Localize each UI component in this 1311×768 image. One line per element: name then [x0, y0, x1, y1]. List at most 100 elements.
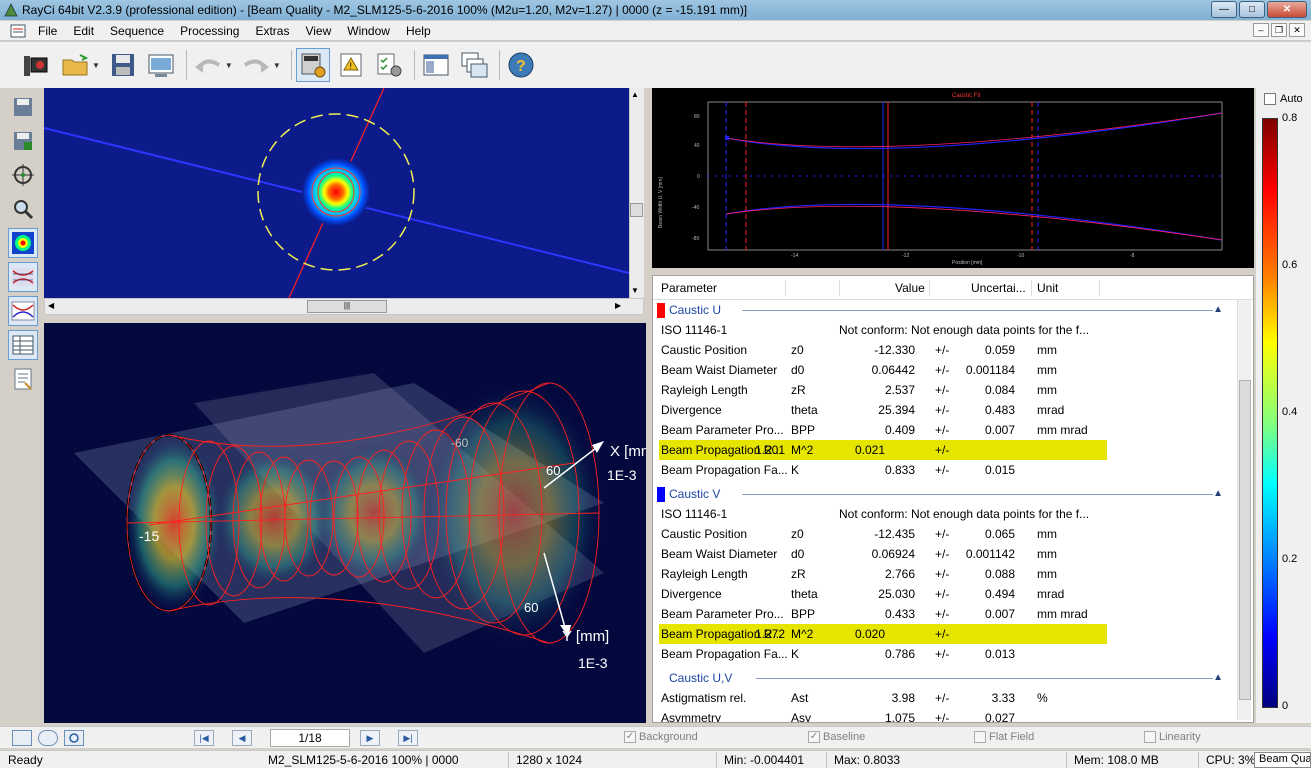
caustic-fit-view-tool[interactable] — [8, 296, 38, 326]
camera-button[interactable] — [20, 48, 54, 82]
save-image-tool[interactable] — [8, 92, 38, 122]
next-frame-button[interactable]: ▶ — [360, 730, 380, 746]
maximize-button[interactable]: □ — [1239, 1, 1265, 18]
menu-sequence[interactable]: Sequence — [102, 24, 172, 38]
baseline-check-box[interactable]: ✓ — [808, 731, 820, 743]
zoom-tool[interactable] — [8, 194, 38, 224]
redo-button[interactable] — [239, 48, 273, 82]
header-uncertainty[interactable]: Uncertai... — [971, 281, 1026, 295]
table-row[interactable]: Caustic Position z0 -12.435 +/- 0.065 mm — [653, 524, 1243, 544]
table-row[interactable]: ISO 11146-1 Not conform: Not enough data … — [653, 504, 1243, 524]
menu-file[interactable]: File — [30, 24, 65, 38]
processing-tools-button[interactable] — [295, 48, 330, 82]
caustic-fit-chart[interactable]: Caustic Fit Beam Width U, V [mm] Positio… — [652, 88, 1254, 268]
minimize-button[interactable]: — — [1211, 1, 1237, 18]
beam-profile-view-tool[interactable] — [8, 228, 38, 258]
horizontal-scroll-thumb[interactable]: ||| — [307, 300, 387, 313]
undo-button[interactable] — [191, 48, 225, 82]
table-row[interactable]: Beam Waist Diameter d0 0.06924 +/- 0.001142 m… — [653, 544, 1243, 564]
caustic-3d-view-tool[interactable] — [8, 262, 38, 292]
beam-view-horizontal-scrollbar[interactable]: ◀ ||| ▶ — [44, 298, 644, 315]
menu-edit[interactable]: Edit — [65, 24, 102, 38]
image-export-button[interactable] — [144, 48, 178, 82]
beam-view-vertical-scrollbar[interactable]: ▲ ▼ — [629, 88, 644, 298]
caustic-3d-view[interactable]: X [mm] 1E-3 Y [mm] 1E-3 60 60 -60 -15 — [44, 323, 646, 723]
warning-report-button[interactable]: ! — [334, 48, 368, 82]
table-row[interactable]: Beam Propagation R... M^2 1.201 +/- 0.021 — [659, 440, 1107, 460]
scroll-left-arrow-icon[interactable]: ◀ — [48, 301, 54, 310]
table-row[interactable]: Beam Propagation Fa... K 0.833 +/- 0.015 — [653, 460, 1243, 480]
scroll-up-arrow-icon[interactable]: ▲ — [631, 90, 639, 99]
ellipse-roi-button[interactable] — [38, 730, 58, 746]
help-button[interactable]: ? — [504, 48, 538, 82]
open-dropdown-icon[interactable]: ▼ — [92, 61, 100, 70]
table-row[interactable]: Beam Parameter Pro... BPP 0.433 +/- 0.007 mm … — [653, 604, 1243, 624]
header-value[interactable]: Value — [895, 281, 925, 295]
header-unit[interactable]: Unit — [1037, 281, 1058, 295]
linearity-check-box[interactable] — [1144, 731, 1156, 743]
first-frame-button[interactable]: |◀ — [194, 730, 214, 746]
table-row[interactable]: Divergence theta 25.030 +/- 0.494 mrad — [653, 584, 1243, 604]
crosshair-tool[interactable] — [8, 160, 38, 190]
flat-field-checkbox[interactable]: Flat Field — [974, 731, 1034, 743]
last-frame-button[interactable]: ▶| — [398, 730, 418, 746]
menu-extras[interactable]: Extras — [247, 24, 297, 38]
cascade-windows-button[interactable] — [457, 48, 491, 82]
auto-checkbox-box[interactable] — [1264, 93, 1276, 105]
vertical-scroll-thumb[interactable] — [630, 203, 643, 217]
table-row[interactable]: Rayleigh Length zR 2.766 +/- 0.088 mm — [653, 564, 1243, 584]
report-tool[interactable] — [8, 364, 38, 394]
menu-help[interactable]: Help — [398, 24, 439, 38]
settings-checklist-button[interactable] — [372, 48, 406, 82]
mdi-minimize-button[interactable]: – — [1253, 23, 1269, 37]
flat-field-check-box[interactable] — [974, 731, 986, 743]
save-button[interactable] — [106, 48, 140, 82]
scroll-down-arrow-icon[interactable]: ▼ — [631, 286, 639, 295]
table-row[interactable]: Caustic Position z0 -12.330 +/- 0.059 mm — [653, 340, 1243, 360]
table-row[interactable]: ISO 11146-1 Not conform: Not enough data … — [653, 320, 1243, 340]
scroll-right-arrow-icon[interactable]: ▶ — [615, 301, 621, 310]
linearity-checkbox[interactable]: Linearity — [1144, 731, 1201, 743]
beam-profile-view[interactable] — [44, 88, 629, 298]
group-header[interactable]: Caustic V ▲ — [653, 484, 1243, 504]
menu-window[interactable]: Window — [339, 24, 398, 38]
window-layout-button[interactable] — [419, 48, 453, 82]
table-row[interactable]: Beam Propagation Fa... K 0.786 +/- 0.013 — [653, 644, 1243, 664]
beam-quality-taskbar-tab[interactable]: Beam Qua — [1254, 752, 1311, 768]
group-header[interactable]: Caustic U ▲ — [653, 300, 1243, 320]
collapse-chevron-icon[interactable]: ▲ — [1213, 300, 1223, 320]
results-table-view-tool[interactable] — [8, 330, 38, 360]
collapse-chevron-icon[interactable]: ▲ — [1213, 668, 1223, 688]
rectangle-roi-button[interactable] — [12, 730, 32, 746]
table-row[interactable]: Beam Propagation R... M^2 1.272 +/- 0.020 — [659, 624, 1107, 644]
status-max: Max: 0.8033 — [834, 753, 901, 767]
table-row[interactable]: Astigmatism rel. Ast 3.98 +/- 3.33% — [653, 688, 1243, 708]
save-sequence-tool[interactable] — [8, 126, 38, 156]
group-header[interactable]: Caustic U,V ▲ — [653, 668, 1243, 688]
menu-view[interactable]: View — [297, 24, 339, 38]
table-row[interactable]: Beam Waist Diameter d0 0.06442 +/- 0.001184 m… — [653, 360, 1243, 380]
previous-frame-button[interactable]: ◀ — [232, 730, 252, 746]
camera-icon — [24, 56, 48, 76]
background-check-box[interactable]: ✓ — [624, 731, 636, 743]
background-checkbox[interactable]: ✓ Background — [624, 731, 698, 743]
table-row[interactable]: Asymmetry Asy 1.075 +/- 0.027 — [653, 708, 1243, 722]
redo-dropdown-icon[interactable]: ▼ — [273, 61, 281, 70]
table-scroll-thumb[interactable] — [1239, 380, 1251, 700]
mdi-restore-button[interactable]: ❒ — [1271, 23, 1287, 37]
table-row[interactable]: Beam Parameter Pro... BPP 0.409 +/- 0.007 mm … — [653, 420, 1243, 440]
open-folder-button[interactable] — [58, 48, 92, 82]
refresh-roi-button[interactable] — [64, 730, 84, 746]
mdi-close-button[interactable]: ✕ — [1289, 23, 1305, 37]
undo-dropdown-icon[interactable]: ▼ — [225, 61, 233, 70]
close-button[interactable]: ✕ — [1267, 1, 1307, 18]
collapse-chevron-icon[interactable]: ▲ — [1213, 484, 1223, 504]
frame-counter[interactable]: 1/18 — [270, 729, 350, 747]
header-parameter[interactable]: Parameter — [661, 281, 717, 295]
table-scrollbar[interactable] — [1237, 300, 1251, 720]
auto-scale-checkbox[interactable]: Auto — [1264, 93, 1303, 105]
menu-processing[interactable]: Processing — [172, 24, 247, 38]
table-row[interactable]: Divergence theta 25.394 +/- 0.483 mrad — [653, 400, 1243, 420]
baseline-checkbox[interactable]: ✓ Baseline — [808, 731, 865, 743]
table-row[interactable]: Rayleigh Length zR 2.537 +/- 0.084 mm — [653, 380, 1243, 400]
